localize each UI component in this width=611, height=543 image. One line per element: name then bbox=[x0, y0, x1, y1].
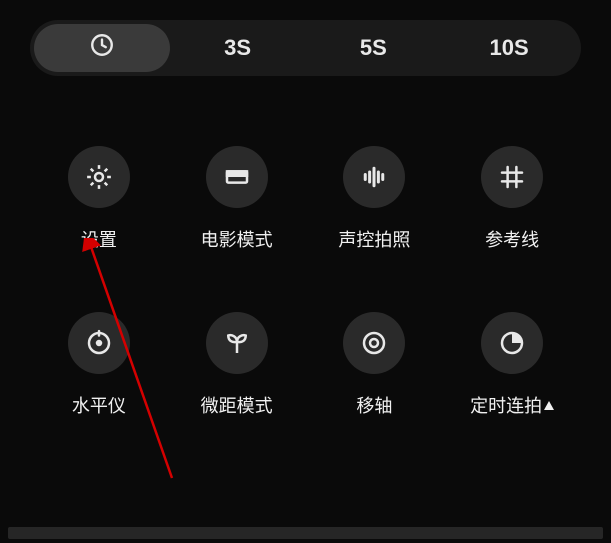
grid-hash-icon bbox=[481, 146, 543, 208]
option-gridlines[interactable]: 参考线 bbox=[481, 146, 543, 252]
option-tilt-shift[interactable]: 移轴 bbox=[343, 312, 405, 418]
option-voice-shutter[interactable]: 声控拍照 bbox=[338, 146, 410, 252]
timer-label: 10S bbox=[490, 35, 529, 61]
bottom-bar bbox=[8, 527, 603, 539]
soundwave-icon bbox=[343, 146, 405, 208]
option-label: 声控拍照 bbox=[338, 226, 410, 252]
level-icon bbox=[68, 312, 130, 374]
option-label: 参考线 bbox=[485, 226, 539, 252]
option-movie-mode[interactable]: 电影模式 bbox=[201, 146, 273, 252]
option-level[interactable]: 水平仪 bbox=[68, 312, 130, 418]
timer-label: 5S bbox=[360, 35, 387, 61]
option-label: 定时连拍 bbox=[470, 392, 542, 418]
timer-icon bbox=[481, 312, 543, 374]
timer-option-10s[interactable]: 10S bbox=[441, 24, 577, 72]
option-label: 微距模式 bbox=[201, 392, 273, 418]
macro-icon bbox=[206, 312, 268, 374]
option-label: 电影模式 bbox=[201, 226, 273, 252]
timer-label: 3S bbox=[224, 35, 251, 61]
option-settings[interactable]: 设置 bbox=[68, 146, 130, 252]
option-label: 设置 bbox=[81, 226, 117, 252]
options-grid: 设置 电影模式 声控拍照 bbox=[0, 76, 611, 418]
gear-icon bbox=[68, 146, 130, 208]
option-label: 移轴 bbox=[356, 392, 392, 418]
movie-icon bbox=[206, 146, 268, 208]
option-label-wrap: 定时连拍 bbox=[470, 392, 554, 418]
option-label: 水平仪 bbox=[72, 392, 126, 418]
timer-segmented-control: 3S 5S 10S bbox=[30, 20, 581, 76]
option-timed-burst[interactable]: 定时连拍 bbox=[470, 312, 554, 418]
tilt-shift-icon bbox=[343, 312, 405, 374]
timer-option-3s[interactable]: 3S bbox=[170, 24, 306, 72]
expand-indicator-icon bbox=[544, 401, 554, 410]
clock-icon bbox=[89, 32, 115, 64]
timer-option-5s[interactable]: 5S bbox=[306, 24, 442, 72]
timer-option-clock[interactable] bbox=[34, 24, 170, 72]
option-macro-mode[interactable]: 微距模式 bbox=[201, 312, 273, 418]
